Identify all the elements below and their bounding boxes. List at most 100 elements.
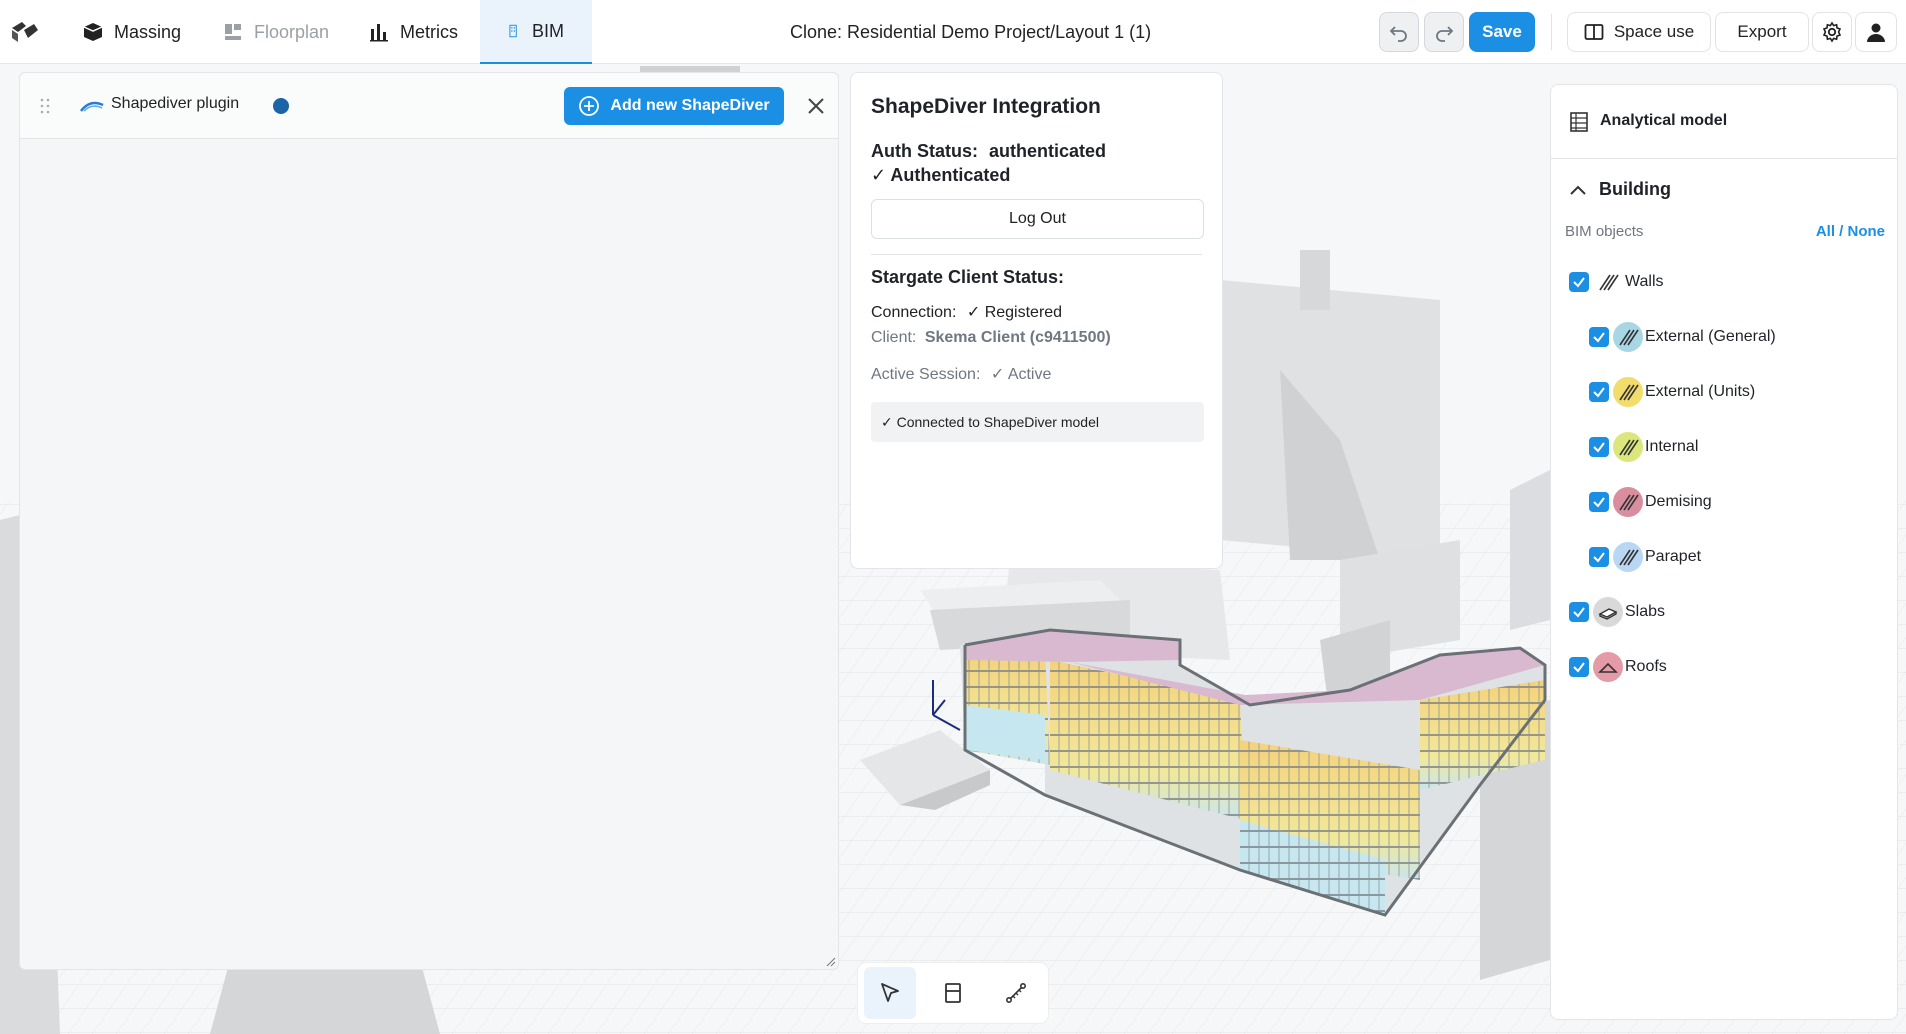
analytical-model-panel: Analytical model Building BIM objects Al… [1550,84,1898,1020]
space-use-button[interactable]: Space use [1567,12,1711,52]
layer-label: External (Units) [1645,383,1756,400]
layer-checkbox[interactable] [1589,382,1609,402]
hatch-icon [1613,432,1643,462]
layer-checkbox[interactable] [1569,602,1589,622]
tab-label: BIM [531,20,564,41]
authenticated-text: ✓ Authenticated [871,165,1011,185]
plugin-header: Shapediver plugin Add new ShapeDiver [20,73,838,139]
section-tool-button[interactable] [927,967,979,1019]
connected-message: ✓ Connected to ShapeDiver model [871,402,1204,442]
bar-chart-icon [370,24,388,42]
layer-checkbox[interactable] [1569,657,1589,677]
top-bar: Massing Floorplan Metrics BIM Clone: Res… [0,0,1906,64]
settings-button[interactable] [1812,12,1852,52]
session-status: Active Session: ✓ Active [871,364,1202,386]
layer-external-units[interactable]: External (Units) [1589,377,1755,407]
account-button[interactable] [1855,12,1897,52]
tab-label: Massing [114,21,182,42]
check-icon [1573,277,1585,288]
client-label: Client: [871,329,917,346]
analytical-model-title: Analytical model [1600,112,1728,129]
shapediver-integration-card: ShapeDiver Integration Auth Status: auth… [850,72,1223,569]
tab-label: Floorplan [254,21,330,42]
undo-icon [1389,26,1407,42]
slab-icon [1593,597,1623,627]
hatch-icon [1613,542,1643,572]
layer-checkbox[interactable] [1589,492,1609,512]
redo-button[interactable] [1424,12,1464,52]
layer-label: Slabs [1625,603,1666,620]
check-icon [1573,662,1585,673]
cursor-icon [880,983,899,1002]
layer-checkbox[interactable] [1589,547,1609,567]
project-title: Clone: Residential Demo Project/Layout 1… [790,22,1152,42]
shapediver-plugin-panel: Shapediver plugin Add new ShapeDiver [19,72,839,970]
layer-demising[interactable]: Demising [1589,487,1712,517]
tab-metrics[interactable]: Metrics [368,0,478,64]
tab-label: Metrics [400,21,458,42]
bim-objects-row: BIM objects All / None [1565,223,1885,240]
layer-parapet[interactable]: Parapet [1589,542,1701,572]
client-status: Client: Skema Client (c9411500) [871,327,1202,349]
integration-title: ShapeDiver Integration [871,95,1101,118]
close-icon[interactable] [804,94,828,118]
chevron-up-icon [1570,185,1586,195]
save-button[interactable]: Save [1469,12,1535,52]
bim-objects-label: BIM objects [1565,223,1644,240]
session-value: ✓ Active [990,366,1052,383]
hatch-icon [1593,267,1623,297]
layer-roofs[interactable]: Roofs [1569,652,1667,682]
viewport-toolbar [858,963,1048,1023]
floorplan-icon [225,24,241,40]
layer-checkbox[interactable] [1569,272,1589,292]
session-label: Active Session: [871,366,981,383]
shapediver-logo-icon [80,101,104,112]
check-icon [1573,607,1585,618]
add-shapediver-label: Add new ShapeDiver [610,97,770,114]
measure-tool-button[interactable] [990,967,1042,1019]
layer-external-general[interactable]: External (General) [1589,322,1776,352]
app-logo-icon[interactable] [10,20,40,44]
layer-slabs[interactable]: Slabs [1569,597,1665,627]
client-value: Skema Client (c9411500) [924,329,1111,346]
roof-icon [1593,652,1623,682]
select-tool-button[interactable] [863,967,916,1019]
check-icon [1593,442,1605,453]
building-section-toggle[interactable]: Building [1569,179,1671,200]
check-icon [1593,332,1605,343]
measure-icon [1006,982,1027,1003]
analytical-model-header[interactable]: Analytical model [1551,85,1897,159]
tab-floorplan[interactable]: Floorplan [222,0,352,64]
section-box-icon [945,983,961,1003]
connection-status: Connection: ✓ Registered [871,302,1202,324]
resize-handle-icon[interactable] [824,955,836,967]
logout-button[interactable]: Log Out [871,199,1204,239]
building-grid-icon [1570,112,1588,132]
layer-checkbox[interactable] [1589,437,1609,457]
drag-handle-icon[interactable] [40,98,50,114]
layer-label: Demising [1645,493,1712,510]
check-icon [1593,497,1605,508]
hatch-icon [1613,322,1643,352]
connection-label: Connection: [871,304,957,321]
layer-internal[interactable]: Internal [1589,432,1698,462]
cube-icon [83,23,103,41]
hatch-icon [1613,377,1643,407]
user-icon [1867,23,1885,42]
layer-label: Walls [1625,273,1664,290]
add-shapediver-button[interactable]: Add new ShapeDiver [564,87,784,125]
check-icon [1593,387,1605,398]
redo-icon [1436,26,1454,42]
tab-bim[interactable]: BIM [480,0,592,64]
tab-massing[interactable]: Massing [82,0,192,64]
undo-button[interactable] [1379,12,1419,52]
gear-icon [1822,21,1842,43]
export-button[interactable]: Export [1715,12,1809,52]
all-none-toggle[interactable]: All / None [1816,223,1885,240]
layer-walls[interactable]: Walls [1569,267,1664,297]
hatch-icon [1613,487,1643,517]
space-use-label: Space use [1613,22,1695,41]
plugin-title: Shapediver plugin [111,95,240,112]
layer-checkbox[interactable] [1589,327,1609,347]
auth-status-value: authenticated [989,141,1107,161]
